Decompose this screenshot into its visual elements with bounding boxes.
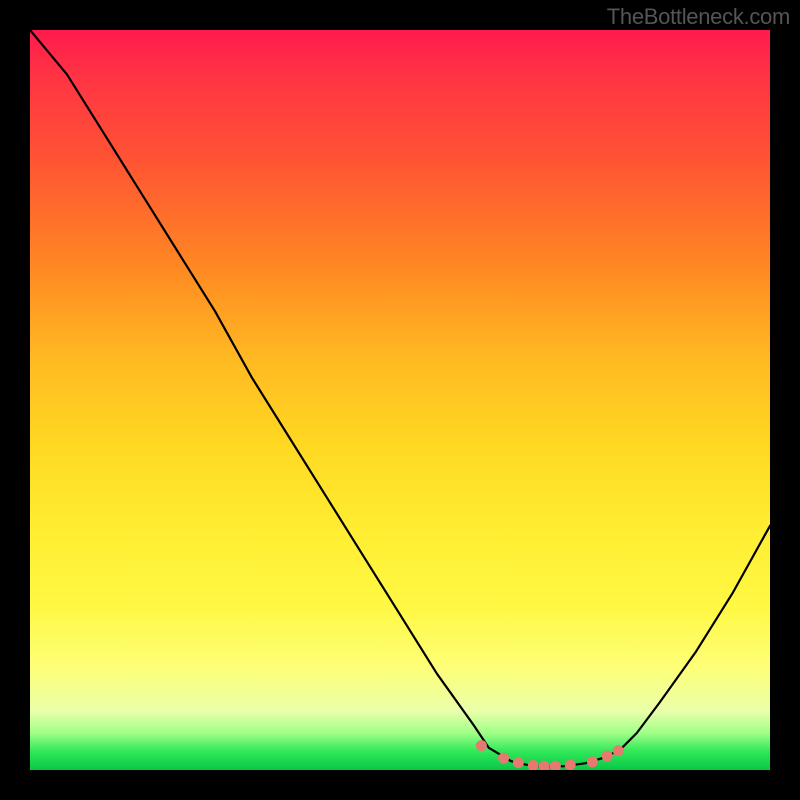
bottleneck-curve [30, 30, 770, 766]
marker-dot [550, 761, 561, 770]
chart-outer: TheBottleneck.com [0, 0, 800, 800]
marker-dot [539, 761, 550, 770]
marker-dot [513, 757, 524, 768]
marker-dot [476, 740, 487, 751]
marker-dot [565, 759, 576, 770]
marker-dot [587, 756, 598, 767]
chart-svg [30, 30, 770, 770]
attribution-label: TheBottleneck.com [607, 4, 790, 30]
marker-dot [498, 753, 509, 764]
marker-dot [602, 750, 613, 761]
marker-dot [613, 745, 624, 756]
marker-dot [528, 760, 539, 770]
